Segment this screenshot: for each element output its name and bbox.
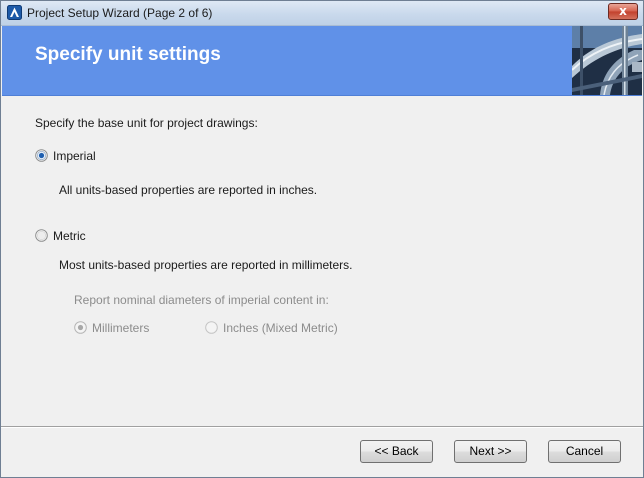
- imperial-label: Imperial: [53, 149, 96, 163]
- metric-label: Metric: [53, 229, 86, 243]
- back-button-label: << Back: [374, 444, 419, 458]
- millimeters-option: Millimeters: [74, 320, 164, 336]
- app-logo-icon: [7, 5, 22, 20]
- back-button[interactable]: << Back: [360, 440, 433, 463]
- inches-mixed-metric-option: Inches (Mixed Metric): [205, 320, 345, 336]
- metric-description: Most units-based properties are reported…: [59, 258, 353, 272]
- radio-unselected-icon[interactable]: [35, 229, 48, 242]
- radio-selected-icon[interactable]: [35, 149, 48, 162]
- close-button[interactable]: x: [608, 3, 638, 20]
- next-button[interactable]: Next >>: [454, 440, 527, 463]
- cancel-button[interactable]: Cancel: [548, 440, 621, 463]
- millimeters-label: Millimeters: [92, 321, 150, 335]
- nominal-diameter-label: Report nominal diameters of imperial con…: [74, 293, 329, 307]
- radio-selected-disabled-icon: [74, 321, 87, 334]
- window-title: Project Setup Wizard (Page 2 of 6): [27, 6, 213, 20]
- title-bar[interactable]: Project Setup Wizard (Page 2 of 6) x: [1, 1, 643, 26]
- radio-unselected-disabled-icon: [205, 321, 218, 334]
- pipes-banner-image: [572, 26, 642, 95]
- header-banner: Specify unit settings: [2, 26, 642, 96]
- imperial-description: All units-based properties are reported …: [59, 183, 318, 197]
- base-unit-prompt: Specify the base unit for project drawin…: [35, 116, 258, 130]
- next-button-label: Next >>: [469, 444, 512, 458]
- wizard-window: Project Setup Wizard (Page 2 of 6) x Spe…: [0, 0, 644, 478]
- wizard-content: Specify the base unit for project drawin…: [1, 96, 643, 426]
- page-title: Specify unit settings: [35, 44, 221, 65]
- metric-option[interactable]: Metric: [35, 228, 95, 244]
- footer-separator: [1, 426, 643, 428]
- imperial-option[interactable]: Imperial: [35, 148, 105, 164]
- cancel-button-label: Cancel: [565, 444, 604, 458]
- close-icon: x: [619, 4, 627, 18]
- inches-mixed-metric-label: Inches (Mixed Metric): [223, 321, 338, 335]
